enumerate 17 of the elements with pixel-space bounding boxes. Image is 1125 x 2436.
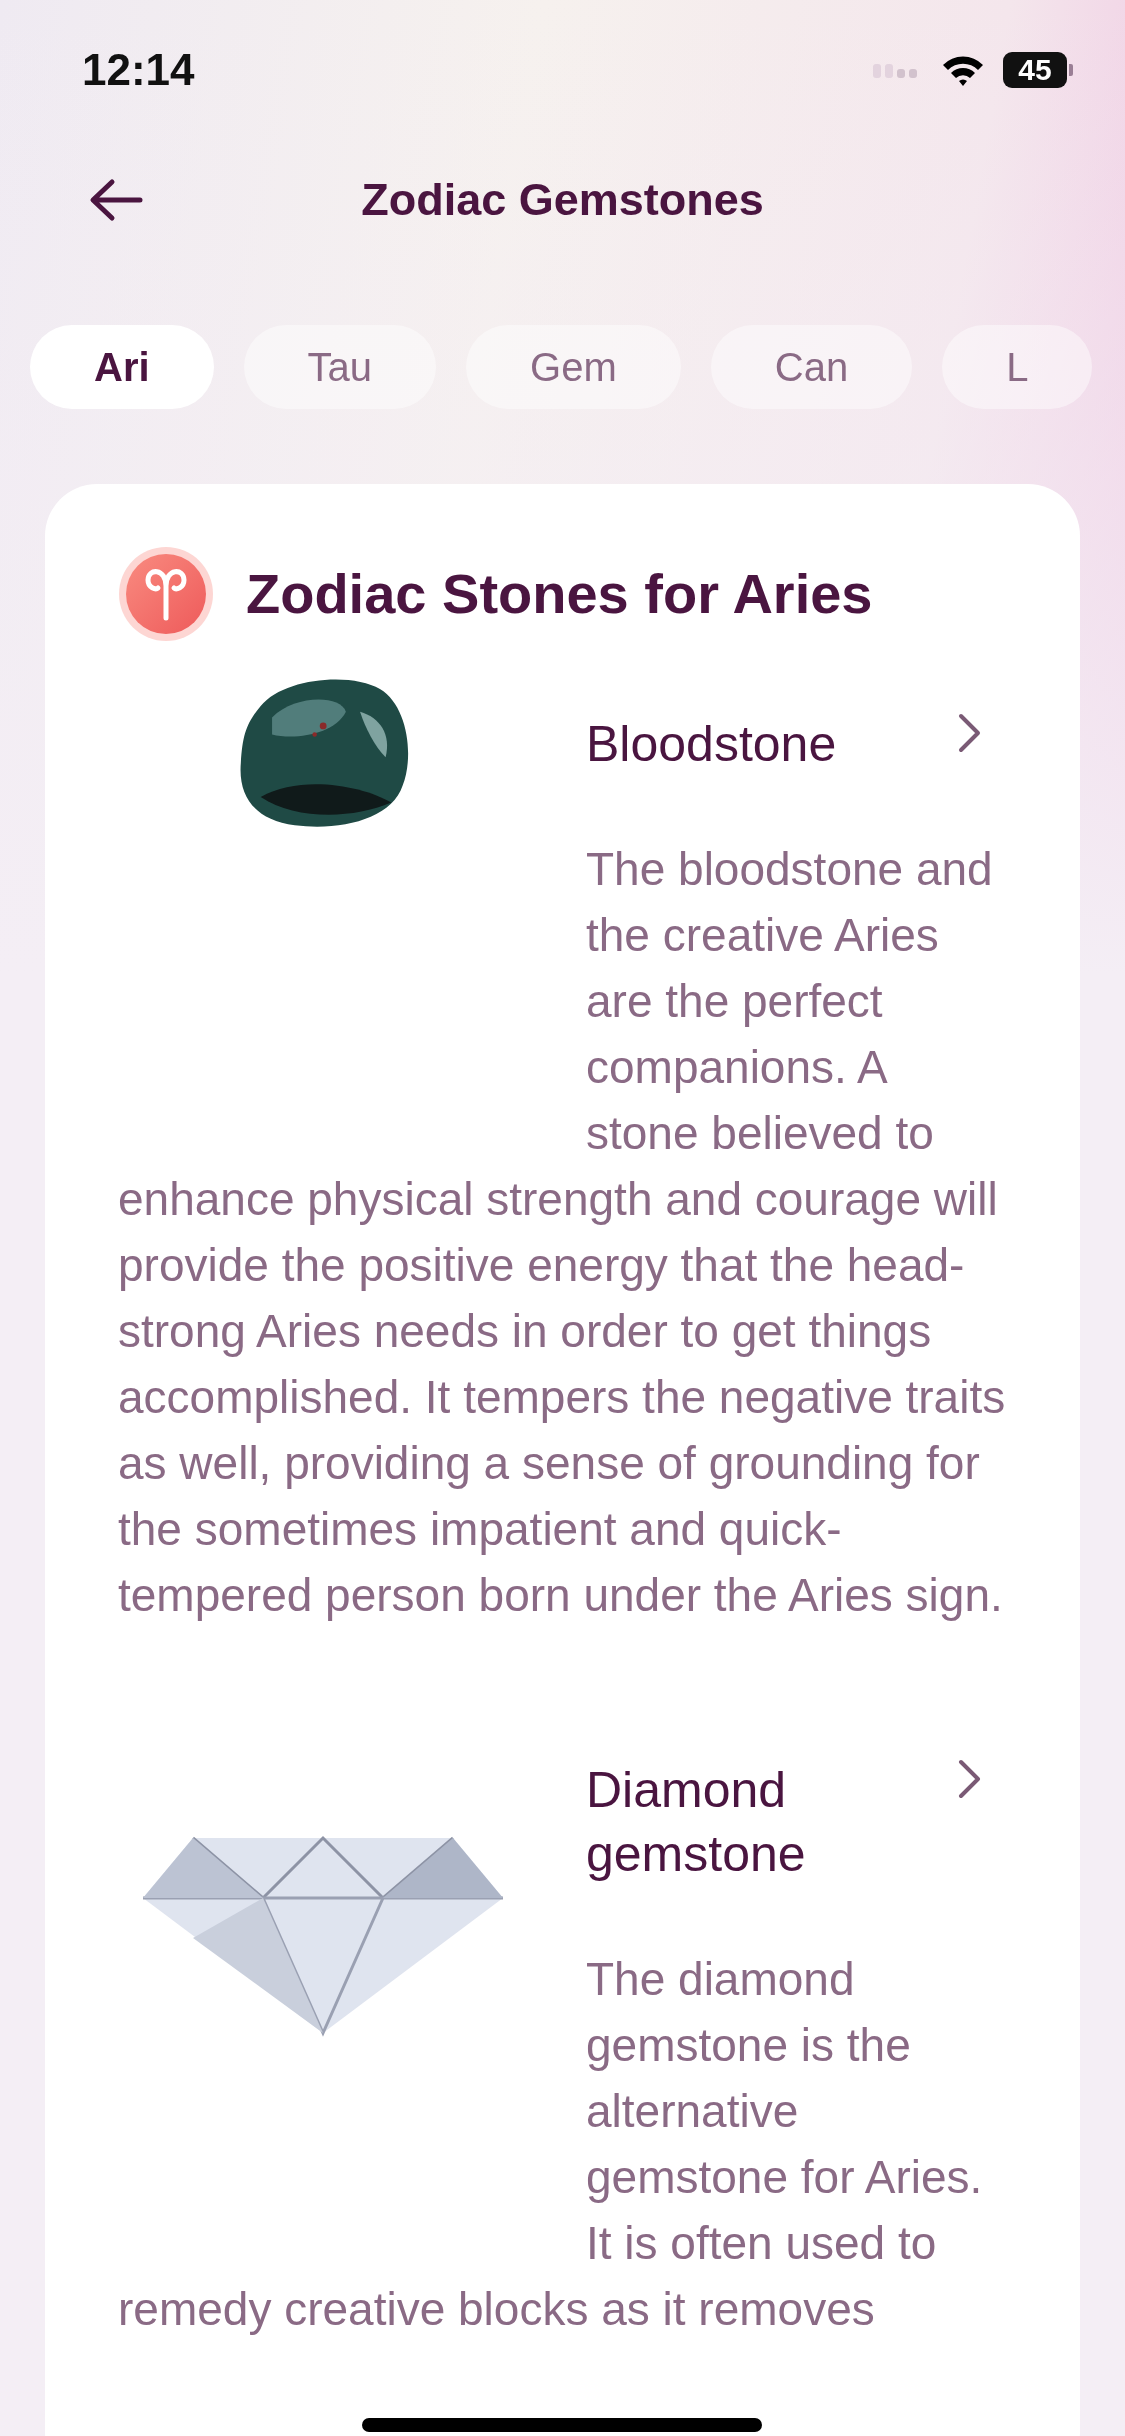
stone-name: Bloodstone [586, 715, 838, 774]
chevron-button[interactable] [958, 712, 982, 754]
status-time: 12:14 [82, 44, 195, 96]
sign-tab[interactable]: Tau [243, 325, 437, 409]
sign-tab[interactable]: Ari [30, 325, 214, 409]
chevron-button[interactable] [958, 1758, 982, 1800]
sign-tab[interactable]: L [942, 325, 1093, 409]
stone-name: Diamond gemstone [586, 1761, 807, 1884]
stone-description: The bloodstone and the creative Aries are the perfect companions. A stone believed to enhance physical strength and courage will provide the positive energy that the head-strong Aries needs in order to get things accomplished. It tempers the negative traits as well, providing a sense of grounding for the sometimes impatient and quick-tempered person born under the Aries sign. [118, 842, 1007, 1623]
battery-indicator: 45 [1003, 52, 1073, 88]
page-title: Zodiac Gemstones [360, 173, 765, 227]
stone-description: The diamond gemstone is the alternative gemstone for Aries. It is often used to remedy creative blocks as it removes [118, 1952, 984, 2337]
back-button[interactable] [88, 178, 144, 222]
sign-tab[interactable]: Can [710, 325, 913, 409]
card-title: Zodiac Stones for Aries [246, 561, 873, 628]
sign-tab[interactable]: Gem [466, 325, 681, 409]
aries-icon [118, 546, 214, 642]
